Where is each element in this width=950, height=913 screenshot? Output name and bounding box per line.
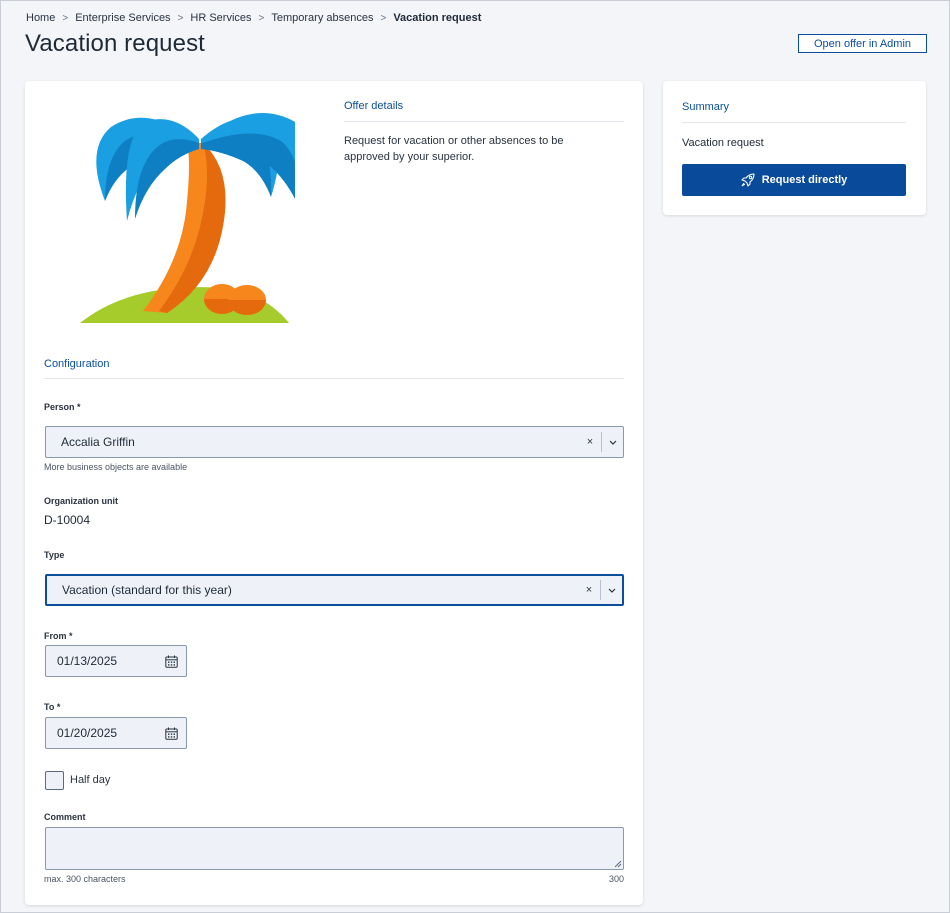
person-hint: More business objects are available xyxy=(44,462,188,472)
comment-label: Comment xyxy=(44,812,86,822)
breadcrumb-enterprise-services[interactable]: Enterprise Services xyxy=(75,12,170,24)
page-title: Vacation request xyxy=(25,30,205,57)
palm-tree-illustration xyxy=(80,113,295,323)
person-value: Accalia Griffin xyxy=(61,435,135,449)
type-select[interactable]: Vacation (standard for this year) × xyxy=(45,574,624,606)
chevron-right-icon: > xyxy=(62,12,69,24)
rocket-icon xyxy=(741,173,755,187)
comment-textarea[interactable] xyxy=(45,827,624,870)
breadcrumb-temporary-absences[interactable]: Temporary absences xyxy=(271,12,373,24)
divider xyxy=(682,122,906,123)
chevron-right-icon: > xyxy=(177,12,184,24)
summary-card: Summary Vacation request Request directl… xyxy=(663,81,926,215)
chevron-right-icon: > xyxy=(380,12,387,24)
offer-card: Offer details Request for vacation or ot… xyxy=(25,81,643,905)
summary-item: Vacation request xyxy=(682,137,764,149)
offer-description: Request for vacation or other absences t… xyxy=(344,135,564,163)
breadcrumb-current: Vacation request xyxy=(393,12,482,24)
divider xyxy=(344,121,624,122)
request-directly-button[interactable]: Request directly xyxy=(682,164,906,196)
chevron-down-icon[interactable] xyxy=(601,588,622,593)
calendar-icon[interactable] xyxy=(156,727,186,740)
breadcrumb-home[interactable]: Home xyxy=(26,12,55,24)
clear-icon[interactable]: × xyxy=(578,584,600,596)
person-select[interactable]: Accalia Griffin × xyxy=(45,426,624,458)
half-day-label: Half day xyxy=(70,774,111,786)
from-label: From * xyxy=(44,631,73,641)
calendar-icon[interactable] xyxy=(156,655,186,668)
from-date-value: 01/13/2025 xyxy=(57,654,118,668)
person-label: Person * xyxy=(44,402,81,412)
comment-hint: max. 300 characters xyxy=(44,874,126,884)
chevron-right-icon: > xyxy=(258,12,265,24)
to-date-value: 01/20/2025 xyxy=(57,726,118,740)
clear-icon[interactable]: × xyxy=(579,436,601,448)
to-label: To * xyxy=(44,702,61,712)
breadcrumb: Home > Enterprise Services > HR Services… xyxy=(26,12,481,24)
offer-details-title: Offer details xyxy=(344,100,404,112)
org-unit-label: Organization unit xyxy=(44,496,118,506)
half-day-checkbox[interactable] xyxy=(45,771,64,790)
open-in-admin-button[interactable]: Open offer in Admin xyxy=(798,34,927,53)
type-label: Type xyxy=(44,550,65,560)
summary-title: Summary xyxy=(682,101,730,113)
comment-remaining-count: 300 xyxy=(608,874,624,884)
org-unit-value: D-10004 xyxy=(44,513,91,527)
breadcrumb-hr-services[interactable]: HR Services xyxy=(190,12,251,24)
type-value: Vacation (standard for this year) xyxy=(62,583,232,597)
configuration-title: Configuration xyxy=(44,358,110,370)
resize-handle-icon[interactable] xyxy=(614,860,622,868)
to-date-input[interactable]: 01/20/2025 xyxy=(45,717,187,749)
divider xyxy=(44,378,624,379)
from-date-input[interactable]: 01/13/2025 xyxy=(45,645,187,677)
request-directly-label: Request directly xyxy=(761,174,848,186)
chevron-down-icon[interactable] xyxy=(602,440,623,445)
